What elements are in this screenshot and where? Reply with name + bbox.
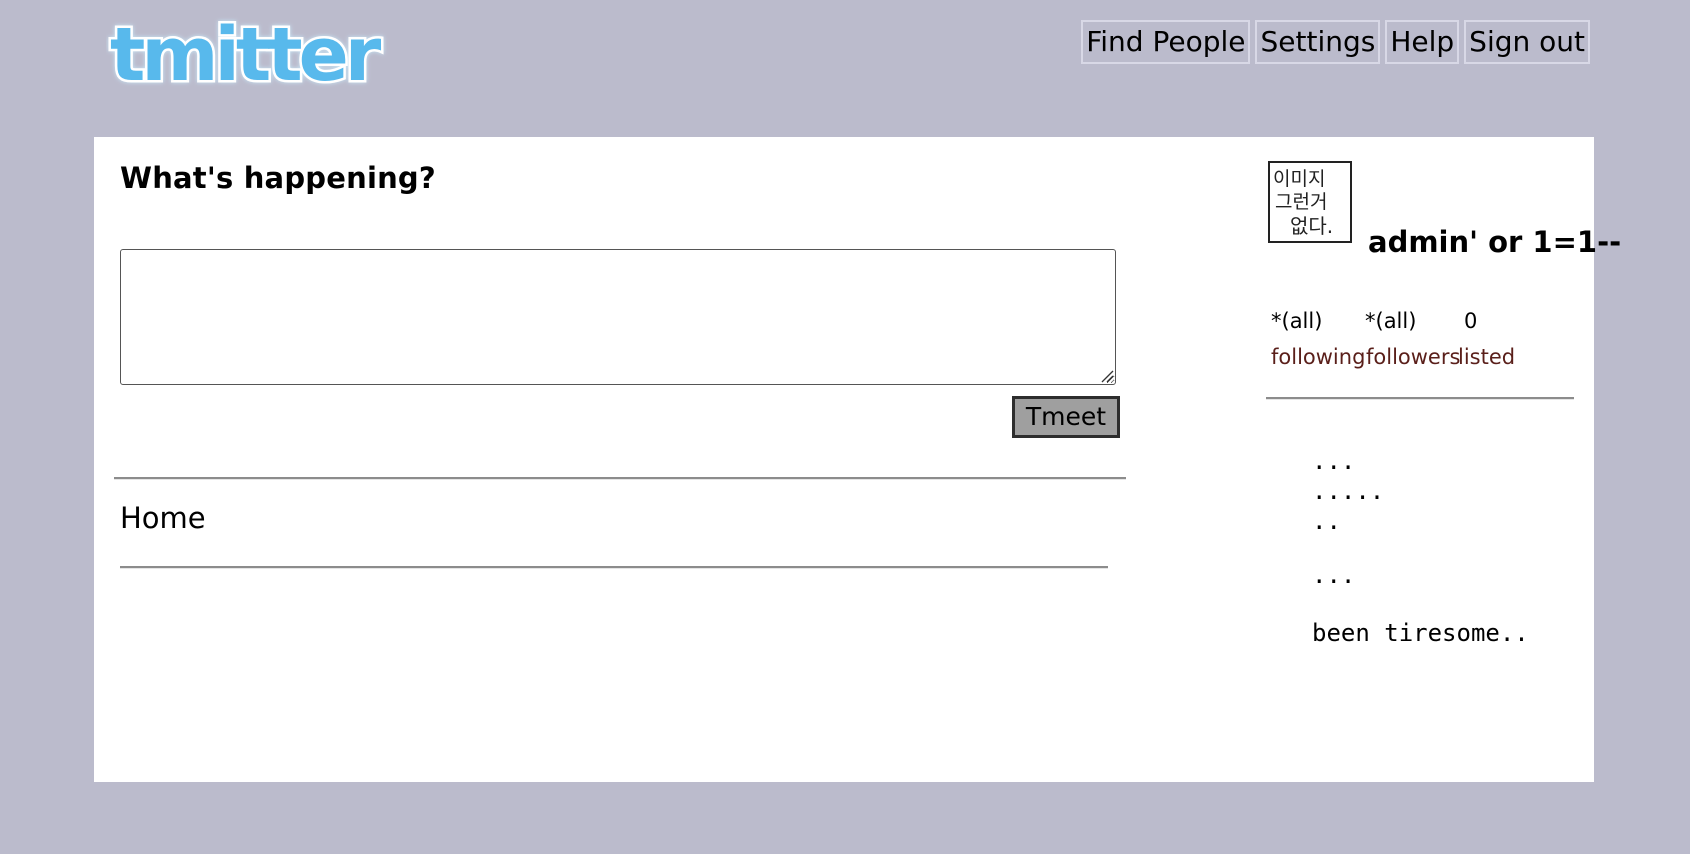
tweet-textarea[interactable] bbox=[120, 249, 1116, 385]
timeline-divider bbox=[120, 566, 1108, 569]
avatar-text-line-2: 그런거 bbox=[1275, 191, 1327, 213]
nav-help[interactable]: Help bbox=[1385, 20, 1460, 64]
sidebar-text-line: ... bbox=[1312, 561, 1356, 589]
composer-divider bbox=[114, 477, 1126, 480]
following-count[interactable]: *(all) bbox=[1271, 309, 1322, 333]
listed-count[interactable]: 0 bbox=[1464, 309, 1477, 333]
listed-label[interactable]: listed bbox=[1458, 345, 1515, 369]
avatar-text-line-1: 이미지 bbox=[1273, 168, 1325, 190]
timeline-title: Home bbox=[120, 501, 206, 535]
profile-divider bbox=[1266, 397, 1574, 400]
logo-text: tmitter bbox=[110, 14, 382, 94]
followers-count[interactable]: *(all) bbox=[1365, 309, 1416, 333]
tmitter-logo[interactable]: tmitter bbox=[106, 14, 416, 94]
sidebar-text-line: .. bbox=[1312, 507, 1341, 535]
avatar[interactable]: 이미지 그런거 없다. bbox=[1268, 161, 1352, 243]
sidebar-text-line: ..... bbox=[1312, 477, 1385, 505]
followers-label[interactable]: followers bbox=[1366, 345, 1460, 369]
following-label[interactable]: following bbox=[1271, 345, 1365, 369]
resize-grip-icon[interactable] bbox=[1100, 369, 1114, 383]
main-card: What's happening? Tmeet Home 이미지 그런거 없다.… bbox=[94, 137, 1621, 782]
sidebar-text-line: been tiresome.. bbox=[1312, 619, 1529, 647]
avatar-text-line-3: 없다. bbox=[1290, 214, 1333, 238]
nav-sign-out[interactable]: Sign out bbox=[1464, 20, 1590, 64]
nav-find-people[interactable]: Find People bbox=[1081, 20, 1251, 64]
composer-heading: What's happening? bbox=[120, 161, 436, 195]
tmeet-button[interactable]: Tmeet bbox=[1012, 396, 1120, 438]
sidebar-text-line: ... bbox=[1312, 447, 1356, 475]
profile-username[interactable]: admin' or 1=1-- bbox=[1368, 225, 1621, 259]
top-nav: Find People Settings Help Sign out bbox=[1081, 20, 1590, 64]
nav-settings[interactable]: Settings bbox=[1255, 20, 1381, 64]
